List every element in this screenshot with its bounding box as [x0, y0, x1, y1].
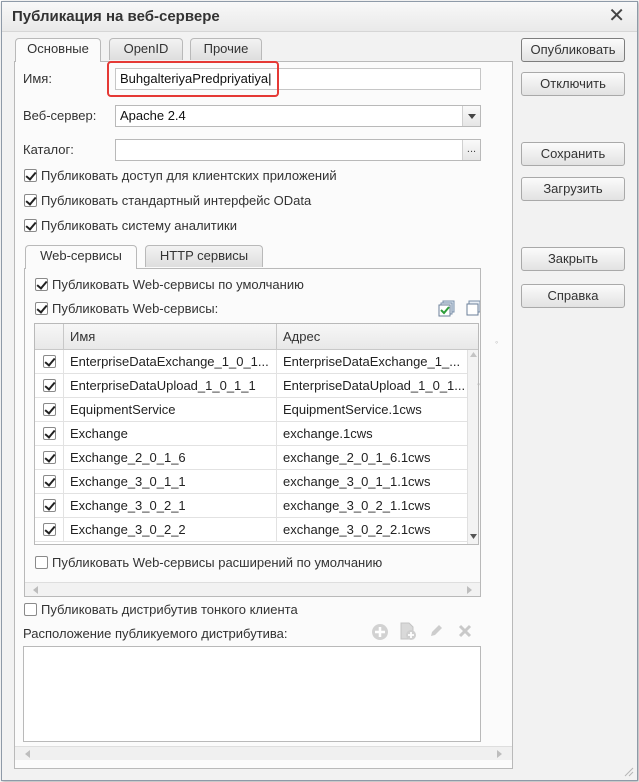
row-checkbox[interactable] [43, 403, 56, 416]
form-horizontal-scrollbar[interactable] [15, 746, 512, 760]
row-name: Exchange_3_0_2_2 [64, 518, 277, 542]
disable-button[interactable]: Отключить [521, 72, 625, 96]
uncheck-all-icon[interactable] [466, 300, 480, 318]
add-icon[interactable] [371, 623, 389, 641]
tab-http-services[interactable]: HTTP сервисы [145, 245, 263, 267]
catalog-field[interactable]: ... [115, 139, 481, 161]
load-button[interactable]: Загрузить [521, 177, 625, 201]
catalog-label: Каталог: [23, 142, 74, 157]
check-all-icon[interactable] [438, 300, 456, 318]
publish-dialog: Публикация на веб-сервере ✕ Основные Ope… [1, 1, 638, 781]
publish-ws-extensions-label: Публиковать Web-сервисы расширений по ум… [52, 555, 383, 570]
scroll-down-icon[interactable] [470, 534, 477, 540]
row-checkbox[interactable] [43, 499, 56, 512]
row-name: Exchange_2_0_1_6 [64, 446, 277, 470]
row-checkbox[interactable] [43, 475, 56, 488]
row-address: EnterpriseDataExchange_1_... [283, 354, 461, 369]
table-header: Имя Адрес [35, 324, 478, 350]
delete-icon[interactable] [458, 624, 472, 638]
webserver-value: Apache 2.4 [120, 108, 186, 123]
tab-web-services[interactable]: Web-сервисы [25, 245, 137, 269]
row-address: exchange_3_0_1_1.1cws [283, 474, 431, 489]
window-title: Публикация на веб-сервере [12, 8, 220, 25]
row-address: exchange_2_0_1_6.1cws [283, 450, 431, 465]
table-row[interactable]: EnterpriseDataExchange_1_0_1... Enterpri… [35, 350, 478, 374]
distrib-location-label: Расположение публикуемого дистрибутива: [23, 626, 288, 641]
scroll-left-icon[interactable] [25, 750, 30, 758]
title-bar: Публикация на веб-сервере ✕ [2, 2, 637, 32]
header-name[interactable]: Имя [64, 324, 277, 350]
publish-analytics-label: Публиковать систему аналитики [41, 218, 237, 233]
webserver-label: Веб-сервер: [23, 108, 97, 123]
table-row[interactable]: Exchange_3_0_1_1 exchange_3_0_1_1.1cws [35, 470, 478, 494]
publish-odata-checkbox[interactable] [24, 194, 37, 207]
tab-other[interactable]: Прочие [190, 38, 262, 60]
publish-button[interactable]: Опубликовать [521, 38, 625, 62]
table-row[interactable]: Exchange_2_0_1_6 exchange_2_0_1_6.1cws [35, 446, 478, 470]
row-checkbox[interactable] [43, 427, 56, 440]
chevron-down-icon[interactable] [462, 106, 480, 126]
table-row[interactable]: Exchange_3_0_2_1 exchange_3_0_2_1.1cws [35, 494, 478, 518]
row-checkbox[interactable] [43, 451, 56, 464]
name-label: Имя: [23, 71, 52, 86]
row-checkbox[interactable] [43, 379, 56, 392]
publish-thin-client-checkbox[interactable] [24, 603, 37, 616]
publish-clients-label: Публиковать доступ для клиентских прилож… [41, 168, 337, 183]
header-check-column [35, 324, 64, 350]
row-name: Exchange_3_0_2_1 [64, 494, 277, 518]
scroll-right-icon[interactable] [497, 750, 502, 758]
resize-grip-icon[interactable] [622, 765, 634, 777]
publish-analytics-checkbox[interactable] [24, 219, 37, 232]
row-name: EnterpriseDataExchange_1_0_1... [64, 350, 277, 374]
row-address: EquipmentService.1cws [283, 402, 422, 417]
table-row[interactable]: Exchange exchange.1cws [35, 422, 478, 446]
column-resize-icon[interactable]: ◦ [477, 379, 480, 389]
publish-ws-default-label: Публиковать Web-сервисы по умолчанию [52, 277, 304, 292]
close-button[interactable]: Закрыть [521, 247, 625, 271]
row-address: exchange_3_0_2_2.1cws [283, 522, 431, 537]
web-services-table[interactable]: Имя Адрес EnterpriseDataExchange_1_0_1..… [34, 323, 479, 545]
catalog-browse-button[interactable]: ... [462, 140, 480, 160]
publish-clients-checkbox[interactable] [24, 169, 37, 182]
splitter-handle-icon[interactable]: ◦ [495, 337, 498, 347]
distrib-location-list[interactable] [23, 646, 481, 742]
row-checkbox[interactable] [43, 355, 56, 368]
name-highlight-box [107, 61, 279, 97]
header-address[interactable]: Адрес [277, 324, 467, 350]
publish-thin-client-label: Публиковать дистрибутив тонкого клиента [41, 602, 298, 617]
tab-main[interactable]: Основные [15, 38, 101, 62]
row-address: exchange.1cws [283, 426, 373, 441]
row-name: EquipmentService [64, 398, 277, 422]
scroll-up-icon[interactable] [470, 352, 477, 358]
publish-ws-default-checkbox[interactable] [35, 278, 48, 291]
row-checkbox[interactable] [43, 523, 56, 536]
close-icon[interactable]: ✕ [608, 5, 625, 27]
row-name: EnterpriseDataUpload_1_0_1_1 [64, 374, 277, 398]
table-row[interactable]: Exchange_3_0_2_2 exchange_3_0_2_2.1cws [35, 518, 478, 542]
help-button[interactable]: Справка [521, 284, 625, 308]
table-row[interactable]: EnterpriseDataUpload_1_0_1_1 EnterpriseD… [35, 374, 478, 398]
copy-icon[interactable] [399, 622, 417, 641]
edit-icon[interactable] [428, 623, 444, 639]
inner-horizontal-scrollbar[interactable] [25, 582, 480, 596]
publish-ws-extensions-checkbox[interactable] [35, 556, 48, 569]
row-name: Exchange_3_0_1_1 [64, 470, 277, 494]
scroll-right-icon[interactable] [467, 586, 472, 594]
publish-odata-label: Публиковать стандартный интерфейс OData [41, 193, 312, 208]
publish-ws-checkbox[interactable] [35, 302, 48, 315]
save-button[interactable]: Сохранить [521, 142, 625, 166]
publish-ws-label: Публиковать Web-сервисы: [52, 301, 219, 316]
scroll-left-icon[interactable] [33, 586, 38, 594]
row-name: Exchange [64, 422, 277, 446]
table-row[interactable]: EquipmentService EquipmentService.1cws [35, 398, 478, 422]
webserver-select[interactable]: Apache 2.4 [115, 105, 481, 127]
row-address: EnterpriseDataUpload_1_0_1... [283, 378, 466, 393]
row-address: exchange_3_0_2_1.1cws [283, 498, 431, 513]
tab-openid[interactable]: OpenID [109, 38, 183, 60]
